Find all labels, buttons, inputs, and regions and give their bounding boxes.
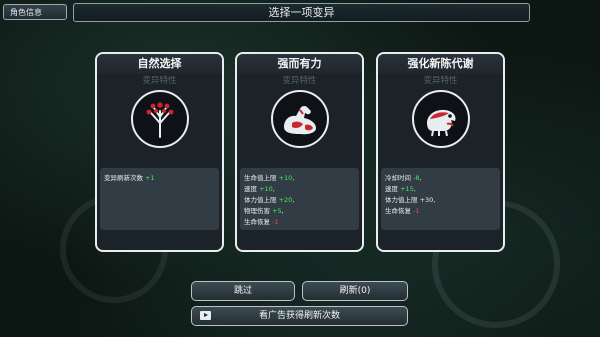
stat-line: 生命恢复 -1 <box>244 218 279 226</box>
card-title: 强化新陈代谢 <box>378 54 503 74</box>
creature-icon <box>411 90 470 148</box>
refresh-button[interactable]: 刷新(0) <box>302 281 408 301</box>
skip-button[interactable]: 跳过 <box>191 281 295 301</box>
card-title: 强而有力 <box>237 54 362 74</box>
card-subtitle: 变异特性 <box>142 76 177 86</box>
stat-line: 物理伤害 +5, <box>244 207 284 215</box>
mutation-card-strong[interactable]: 强而有力 变异特性 生命值上限 +10, 速度 +10, 体力值上限 +20, … <box>235 52 364 252</box>
page-title: 选择一项变异 <box>73 3 530 22</box>
stat-line: 生命值上限 +10, <box>244 174 295 182</box>
card-stats: 生命值上限 +10, 速度 +10, 体力值上限 +20, 物理伤害 +5, 生… <box>240 168 359 230</box>
tree-icon <box>130 90 189 148</box>
card-stats: 冷却时间 -8, 速度 +15, 体力值上限 +30, 生命恢复 -1 <box>381 168 500 230</box>
stat-line: 速度 +10, <box>244 185 275 193</box>
watch-ad-label: 看广告获得刷新次数 <box>258 311 340 321</box>
stat-line: 生命恢复 -1 <box>385 207 420 215</box>
watch-ad-button[interactable]: 看广告获得刷新次数 <box>191 306 408 326</box>
stat-line: 速度 +15, <box>385 185 416 193</box>
stat-line: 冷却时间 -8, <box>385 174 422 182</box>
stat-line: 体力值上限 +30, <box>385 196 436 204</box>
mutation-card-metabolism[interactable]: 强化新陈代谢 变异特性 冷却时间 -8, 速度 +15, 体力值上限 +30, … <box>376 52 505 252</box>
card-stats: 变异刷新次数 +1 <box>100 168 219 230</box>
card-subtitle: 变异特性 <box>423 76 458 86</box>
stat-line: 体力值上限 +20, <box>244 196 295 204</box>
stat-line: 变异刷新次数 +1 <box>104 174 155 182</box>
card-subtitle: 变异特性 <box>282 76 317 86</box>
video-ad-icon <box>200 311 211 320</box>
card-title: 自然选择 <box>97 54 222 74</box>
mutation-card-natural-selection[interactable]: 自然选择 变异特性 变异刷新次数 +1 <box>95 52 224 252</box>
flexed-arm-icon <box>270 90 329 148</box>
mutation-select-screen: 角色信息 选择一项变异 自然选择 变异特性 变异刷新次数 +1 强而有力 变异特… <box>0 0 600 337</box>
role-info-button[interactable]: 角色信息 <box>3 4 67 20</box>
